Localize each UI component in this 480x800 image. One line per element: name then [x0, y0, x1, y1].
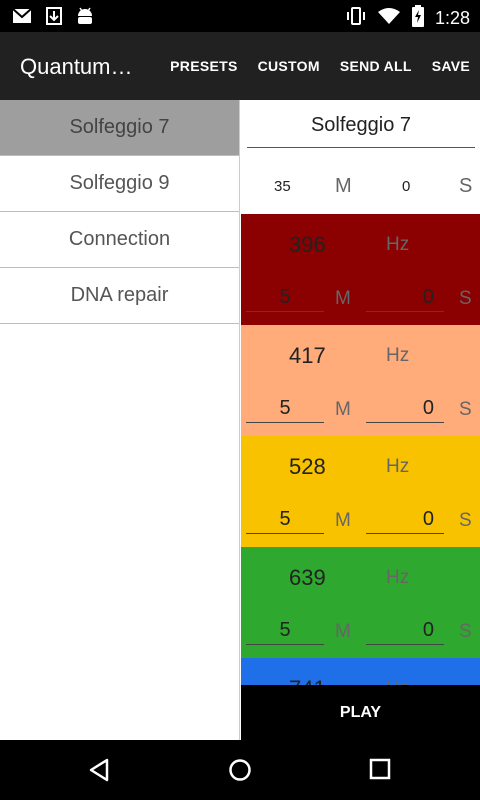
home-icon[interactable]: [228, 758, 252, 787]
minutes-unit: M: [335, 399, 351, 420]
frequency-value[interactable]: 528: [289, 454, 326, 480]
frequency-value[interactable]: 741: [289, 676, 326, 685]
seconds-unit: S: [459, 621, 472, 642]
seconds-input[interactable]: 0: [366, 508, 444, 534]
download-icon: [46, 7, 62, 30]
preset-item-label: Solfeggio 9: [69, 172, 170, 194]
frequency-unit: Hz: [386, 567, 410, 588]
toolbar-actions: PRESETS CUSTOM SEND ALL SAVE: [160, 32, 480, 100]
minutes-input[interactable]: 5: [246, 508, 324, 534]
preset-item-connection[interactable]: Connection: [0, 212, 239, 268]
minutes-input[interactable]: 5: [246, 619, 324, 645]
frequency-unit: Hz: [386, 345, 410, 366]
status-clock: 1:28: [434, 8, 470, 28]
frequency-unit: Hz: [386, 234, 410, 255]
frequency-value[interactable]: 417: [289, 343, 326, 369]
vibrate-icon: [345, 6, 367, 31]
custom-button[interactable]: CUSTOM: [248, 58, 330, 74]
minutes-unit: M: [335, 288, 351, 309]
app-bar: Quantum… PRESETS CUSTOM SEND ALL SAVE: [0, 32, 480, 100]
play-button[interactable]: PLAY: [241, 685, 480, 740]
minutes-unit: M: [335, 621, 351, 642]
tone-row: 639 Hz 5 M 0 S: [241, 547, 480, 658]
recents-icon[interactable]: [369, 758, 391, 785]
preset-item-solfeggio-9[interactable]: Solfeggio 9: [0, 156, 239, 212]
total-minutes-value: 35: [274, 178, 291, 195]
presets-button[interactable]: PRESETS: [160, 58, 247, 74]
preset-item-label: DNA repair: [70, 284, 169, 306]
preset-name-field[interactable]: Solfeggio 7: [247, 114, 475, 148]
play-label: PLAY: [339, 703, 382, 721]
tone-row: 741 Hz: [241, 658, 480, 685]
seconds-input[interactable]: 0: [366, 397, 444, 423]
gmail-icon: [12, 8, 32, 29]
frequency-value[interactable]: 639: [289, 565, 326, 591]
wifi-icon: [377, 7, 401, 30]
frequency-value[interactable]: 396: [289, 232, 326, 258]
back-icon[interactable]: [88, 758, 110, 787]
seconds-unit: S: [459, 510, 472, 531]
frequency-unit: Hz: [386, 456, 410, 477]
preset-item-solfeggio-7[interactable]: Solfeggio 7: [0, 100, 239, 156]
preset-item-label: Connection: [68, 228, 171, 250]
system-nav-bar: [0, 740, 480, 800]
tone-row: 417 Hz 5 M 0 S: [241, 325, 480, 436]
total-seconds-unit: S: [459, 175, 473, 197]
minutes-input[interactable]: 5: [246, 397, 324, 423]
frequency-unit: Hz: [386, 678, 409, 685]
tone-row: 528 Hz 5 M 0 S: [241, 436, 480, 547]
preset-list: Solfeggio 7 Solfeggio 9 Connection DNA r…: [0, 100, 240, 740]
preset-item-dna-repair[interactable]: DNA repair: [0, 268, 239, 324]
save-button[interactable]: SAVE: [422, 58, 480, 74]
status-bar: 1:28: [0, 0, 480, 32]
tone-row: 396 Hz 5 M 0 S: [241, 214, 480, 325]
app-title: Quantum…: [20, 54, 133, 79]
total-duration-row: 35 M 0 S: [241, 158, 480, 214]
android-icon: [76, 6, 94, 31]
total-minutes-unit: M: [335, 175, 352, 197]
send-all-button[interactable]: SEND ALL: [330, 58, 422, 74]
preset-item-label: Solfeggio 7: [69, 116, 170, 138]
seconds-input[interactable]: 0: [366, 619, 444, 645]
minutes-unit: M: [335, 510, 351, 531]
minutes-input[interactable]: 5: [246, 286, 324, 312]
seconds-input[interactable]: 0: [366, 286, 444, 312]
battery-charging-icon: [411, 5, 425, 32]
seconds-unit: S: [459, 399, 472, 420]
preset-editor: Solfeggio 7 35 M 0 S 396 Hz 5 M 0 S 417 …: [241, 100, 480, 685]
total-seconds-value: 0: [402, 178, 411, 195]
seconds-unit: S: [459, 288, 472, 309]
